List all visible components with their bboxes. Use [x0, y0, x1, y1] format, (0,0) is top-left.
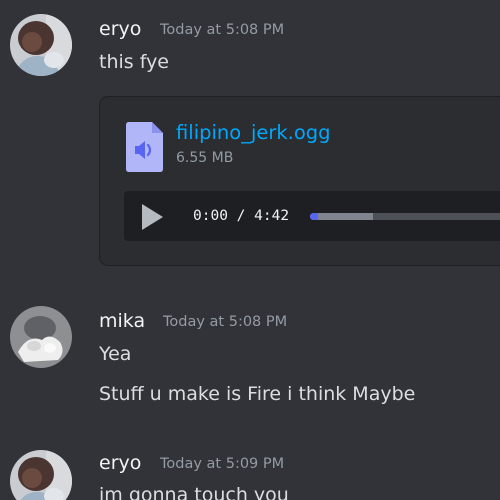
attachment-filename-link[interactable]: filipino_jerk.ogg — [176, 121, 331, 145]
message-timestamp: Today at 5:08 PM — [163, 314, 288, 330]
progress-buffered — [310, 213, 373, 220]
username[interactable]: mika — [99, 309, 145, 333]
message-timestamp: Today at 5:09 PM — [160, 456, 285, 472]
avatar[interactable] — [10, 450, 72, 500]
progress-played — [310, 213, 319, 220]
playback-time: 0:00 / 4:42 — [193, 205, 289, 227]
chat-message-list: eryo Today at 5:08 PM this fye filipino_… — [0, 0, 500, 500]
avatar[interactable] — [10, 14, 72, 76]
audio-player: 0:00 / 4:42 — [124, 191, 500, 241]
duration: 4:42 — [254, 208, 290, 224]
current-time: 0:00 — [193, 208, 228, 224]
username[interactable]: eryo — [99, 17, 141, 41]
username[interactable]: eryo — [99, 451, 141, 475]
time-separator: / — [236, 208, 246, 224]
message-timestamp: Today at 5:08 PM — [160, 22, 285, 38]
avatar[interactable] — [10, 306, 72, 368]
progress-bar[interactable] — [310, 213, 500, 220]
message-content: Yea — [99, 343, 132, 365]
play-button[interactable] — [136, 203, 166, 231]
play-icon — [142, 204, 163, 230]
attachment-file-size: 6.55 MB — [176, 150, 234, 166]
message-content: im gonna touch you — [99, 484, 289, 500]
message-content: this fye — [99, 51, 169, 73]
message-content: Stuff u make is Fire i think Maybe — [99, 383, 416, 405]
audio-file-icon — [124, 121, 164, 173]
audio-attachment: filipino_jerk.ogg 6.55 MB 0:00 / 4:42 — [99, 96, 500, 266]
